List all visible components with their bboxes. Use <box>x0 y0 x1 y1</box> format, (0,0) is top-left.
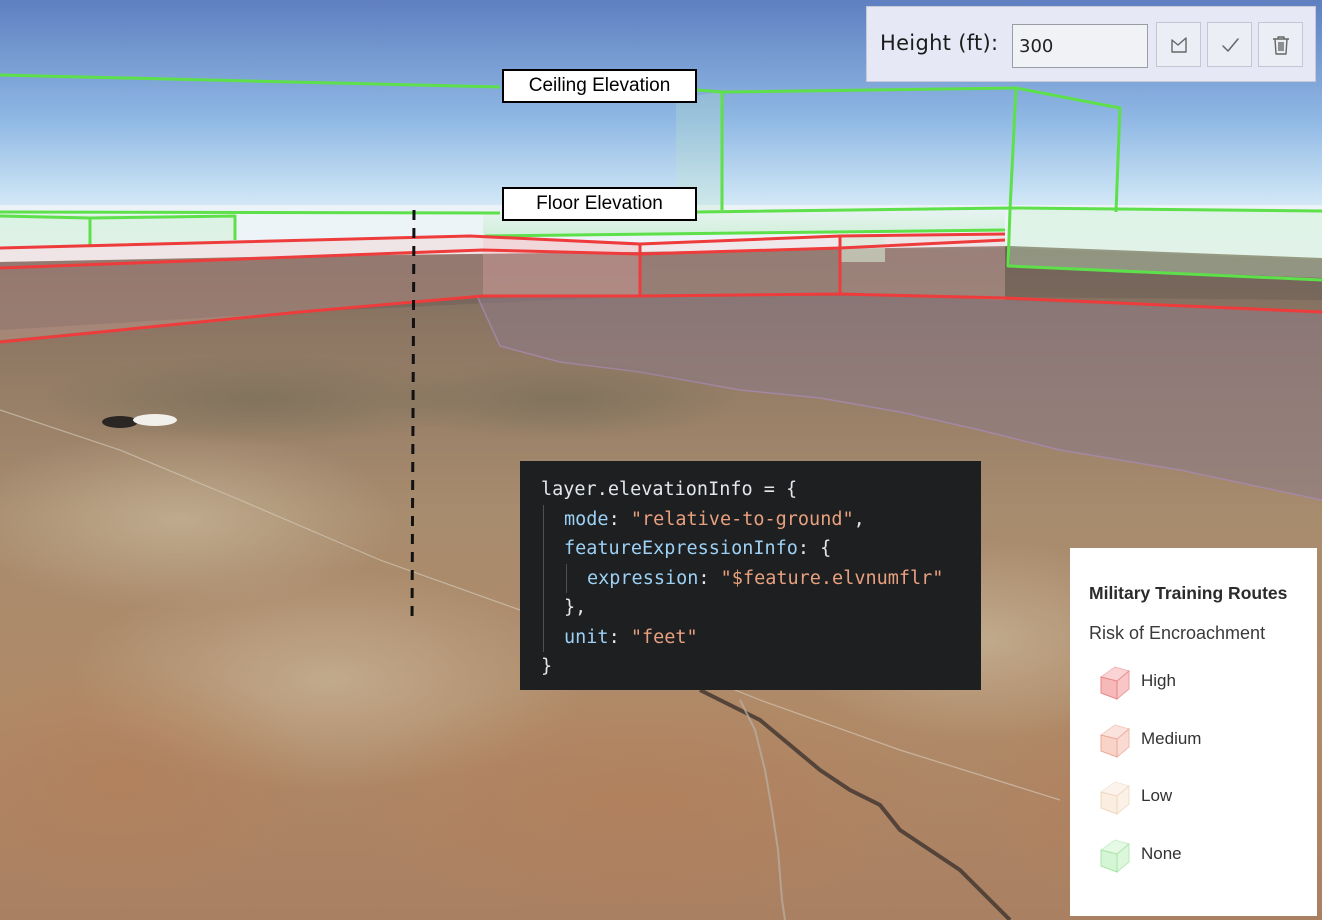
legend-item-label: High <box>1141 671 1176 690</box>
code-punct: } <box>541 656 553 677</box>
legend-item-label: Low <box>1141 786 1173 805</box>
indent-guide <box>543 563 544 593</box>
code-punct: layer.elevationInfo = { <box>541 479 798 500</box>
extruded-polygon-swatch-icon <box>1099 838 1131 873</box>
code-punct: : <box>698 567 721 589</box>
floor-elevation-label: Floor Elevation <box>502 187 697 221</box>
apply-button[interactable] <box>1207 22 1252 67</box>
code-line: unit: "feet" <box>520 622 981 652</box>
draw-polygon-button[interactable] <box>1156 22 1201 67</box>
code-key: featureExpressionInfo <box>564 538 798 559</box>
legend-panel: Military Training Routes Risk of Encroac… <box>1070 548 1317 916</box>
code-punct: : <box>608 626 631 648</box>
code-key: expression <box>587 567 699 589</box>
delete-button[interactable] <box>1258 22 1303 67</box>
indent-guide <box>543 504 544 534</box>
code-key: unit <box>564 626 609 648</box>
legend-item-label: None <box>1141 843 1182 863</box>
code-punct: : <box>608 508 631 530</box>
code-punct: , <box>853 508 865 530</box>
legend-title: Military Training Routes <box>1089 583 1288 603</box>
code-line: }, <box>520 593 981 623</box>
indent-guide <box>543 622 544 652</box>
indent-guide <box>566 563 567 593</box>
checkmark-icon <box>1221 37 1239 52</box>
legend-item-label: Medium <box>1141 728 1202 748</box>
height-input[interactable] <box>1012 24 1148 68</box>
legend-subtitle: Risk of Encroachment <box>1089 623 1266 643</box>
extruded-polygon-swatch-icon <box>1099 781 1131 816</box>
polygon-draw-icon <box>1170 36 1187 53</box>
code-line: layer.elevationInfo = { <box>520 475 981 505</box>
code-line: mode: "relative-to-ground", <box>520 504 981 534</box>
extruded-polygon-swatch-icon <box>1099 723 1131 758</box>
code-key: mode <box>564 508 609 530</box>
height-toolbar: Height (ft): <box>866 6 1316 82</box>
code-line: } <box>520 652 981 682</box>
indent-guide <box>543 534 544 564</box>
height-label: Height (ft): <box>880 31 999 55</box>
code-string: "$feature.elvnumflr" <box>720 567 944 589</box>
indent-guide <box>543 593 544 623</box>
code-line: featureExpressionInfo: { <box>520 534 981 564</box>
code-punct: : { <box>797 538 832 559</box>
code-punct: }, <box>564 597 587 618</box>
code-string: "relative-to-ground" <box>630 508 854 530</box>
code-string: "feet" <box>630 626 698 648</box>
trash-icon <box>1272 35 1289 55</box>
code-line: expression: "$feature.elvnumflr" <box>520 563 981 593</box>
extruded-polygon-swatch-icon <box>1099 666 1131 701</box>
ceiling-elevation-label: Ceiling Elevation <box>502 69 697 103</box>
code-snippet: layer.elevationInfo = { mode: "relative-t… <box>520 461 981 690</box>
